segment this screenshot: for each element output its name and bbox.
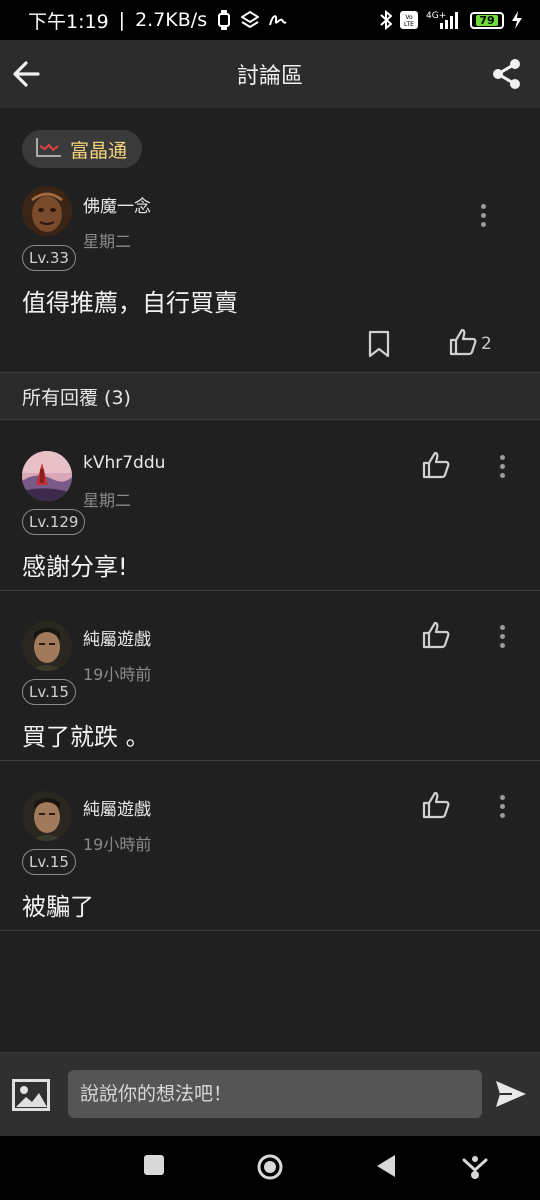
like-count: 2 — [481, 334, 492, 354]
app-bar: 討論區 — [0, 40, 540, 108]
like-icon[interactable] — [422, 791, 450, 823]
stock-chart-icon — [36, 137, 62, 161]
assistant-icon[interactable] — [462, 1154, 488, 1184]
status-time: 下午1:19 — [28, 10, 109, 33]
more-options-icon[interactable] — [478, 204, 488, 228]
comment-input-bar — [0, 1052, 540, 1136]
avatar[interactable] — [22, 186, 72, 236]
post-author[interactable]: 佛魔一念 — [83, 192, 151, 217]
battery-icon: 79 — [470, 11, 504, 29]
replies-header: 所有回覆 (3) — [0, 372, 540, 420]
home-icon[interactable] — [256, 1153, 284, 1185]
bookmark-icon[interactable] — [367, 330, 391, 362]
svg-text:Vo: Vo — [405, 14, 413, 21]
signal-icon: 4G+ — [426, 10, 462, 30]
signature-icon — [269, 12, 287, 28]
reply-time: 19小時前 — [83, 665, 152, 684]
avatar[interactable] — [22, 791, 72, 841]
more-options-icon[interactable] — [497, 625, 507, 649]
watch-icon — [217, 10, 231, 30]
stock-chip[interactable]: 富晶通 — [22, 130, 142, 168]
image-icon[interactable] — [12, 1079, 50, 1113]
reply-time: 星期二 — [83, 491, 132, 510]
recents-icon[interactable] — [143, 1154, 165, 1180]
reply-content: 被騙了 — [22, 893, 94, 921]
level-badge: Lv.15 — [22, 849, 76, 875]
network-type-label: 4G+ — [426, 11, 446, 21]
status-divider: | — [118, 9, 126, 31]
page-title: 討論區 — [236, 64, 303, 89]
send-icon[interactable] — [494, 1077, 528, 1111]
reply-author[interactable]: kVhr7ddu — [83, 453, 165, 473]
status-bar: 下午1:19 | 2.7KB/s Vo LTE 4G+ 79 — [0, 0, 540, 40]
bluetooth-icon — [380, 10, 392, 30]
avatar[interactable] — [22, 451, 72, 501]
like-icon[interactable] — [422, 451, 450, 483]
system-nav-bar — [0, 1136, 540, 1200]
network-speed: 2.7KB/s — [135, 9, 208, 31]
reply-author[interactable]: 純屬遊戲 — [83, 625, 151, 650]
reply-item: kVhr7ddu 星期二 Lv.129 感謝分享! — [0, 421, 540, 591]
post-content: 值得推薦，自行買賣 — [22, 289, 238, 317]
share-icon[interactable] — [490, 57, 524, 91]
reply-item: 純屬遊戲 19小時前 Lv.15 買了就跌 。 — [0, 591, 540, 761]
layers-icon — [241, 11, 260, 29]
volte-icon: Vo LTE — [400, 11, 418, 29]
reply-content: 感謝分享! — [22, 553, 128, 581]
battery-level: 79 — [475, 14, 499, 27]
reply-time: 19小時前 — [83, 835, 152, 854]
like-icon[interactable] — [422, 621, 450, 653]
like-icon[interactable] — [449, 328, 477, 360]
charging-icon — [512, 11, 522, 29]
back-arrow-icon[interactable] — [10, 57, 44, 91]
avatar[interactable] — [22, 621, 72, 671]
more-options-icon[interactable] — [497, 795, 507, 819]
reply-content: 買了就跌 。 — [22, 723, 150, 751]
comment-input[interactable] — [68, 1070, 482, 1118]
level-badge: Lv.33 — [22, 245, 76, 271]
level-badge: Lv.129 — [22, 509, 86, 535]
post-time: 星期二 — [83, 232, 132, 251]
level-badge: Lv.15 — [22, 679, 76, 705]
main-post: 富晶通 佛魔一念 星期二 Lv.33 值得推薦，自行買賣 2 — [0, 108, 540, 370]
stock-chip-label: 富晶通 — [70, 139, 128, 162]
reply-item: 純屬遊戲 19小時前 Lv.15 被騙了 — [0, 761, 540, 931]
back-triangle-icon[interactable] — [375, 1154, 397, 1182]
reply-author[interactable]: 純屬遊戲 — [83, 795, 151, 820]
svg-text:LTE: LTE — [404, 21, 414, 28]
more-options-icon[interactable] — [497, 455, 507, 479]
